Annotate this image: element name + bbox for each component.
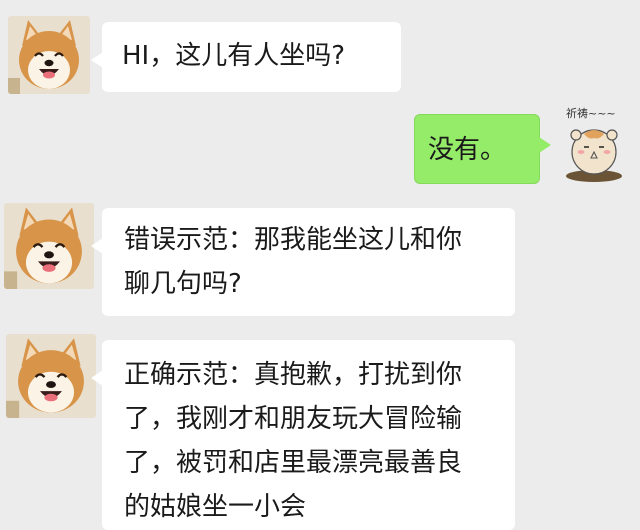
message-text-line: 了，被罚和店里最漂亮最善良 xyxy=(124,448,463,478)
message-text-line: 了，我刚才和朋友玩大冒险输 xyxy=(124,404,463,434)
hamster-avatar-icon[interactable]: 祈祷~~~ xyxy=(554,104,634,184)
message-text: 没有。 xyxy=(428,135,507,165)
sticker-caption: 祈祷~~~ xyxy=(566,106,616,120)
message-text-line: 错误示范：那我能坐这儿和你 xyxy=(124,225,463,255)
bubble-tail xyxy=(91,52,103,68)
message-bubble[interactable]: HI，这儿有人坐吗? xyxy=(91,22,401,92)
message-bubble[interactable]: 正确示范：真抱歉，打扰到你 了，我刚才和朋友玩大冒险输 了，被罚和店里最漂亮最善… xyxy=(91,340,515,530)
bubble-tail xyxy=(91,238,103,254)
message-text-line: 的姑娘坐一小会 xyxy=(124,492,307,522)
shiba-avatar-icon[interactable] xyxy=(6,334,96,418)
message-bubble[interactable]: 错误示范：那我能坐这儿和你 聊几句吗? xyxy=(91,208,515,316)
bubble-tail xyxy=(91,370,103,386)
shiba-avatar-icon[interactable] xyxy=(4,203,94,289)
message-text-line: 聊几句吗? xyxy=(124,269,242,299)
bubble-tail xyxy=(539,137,551,153)
chat-conversation: HI，这儿有人坐吗? 没有。 祈祷~~~ 错误示范：那我能坐这儿和你 聊几句吗?… xyxy=(0,0,640,530)
message-text: HI，这儿有人坐吗? xyxy=(122,41,346,71)
message-bubble-outgoing[interactable]: 没有。 xyxy=(414,114,551,184)
message-text-line: 正确示范：真抱歉，打扰到你 xyxy=(124,360,463,390)
shiba-avatar-icon[interactable] xyxy=(8,16,90,94)
